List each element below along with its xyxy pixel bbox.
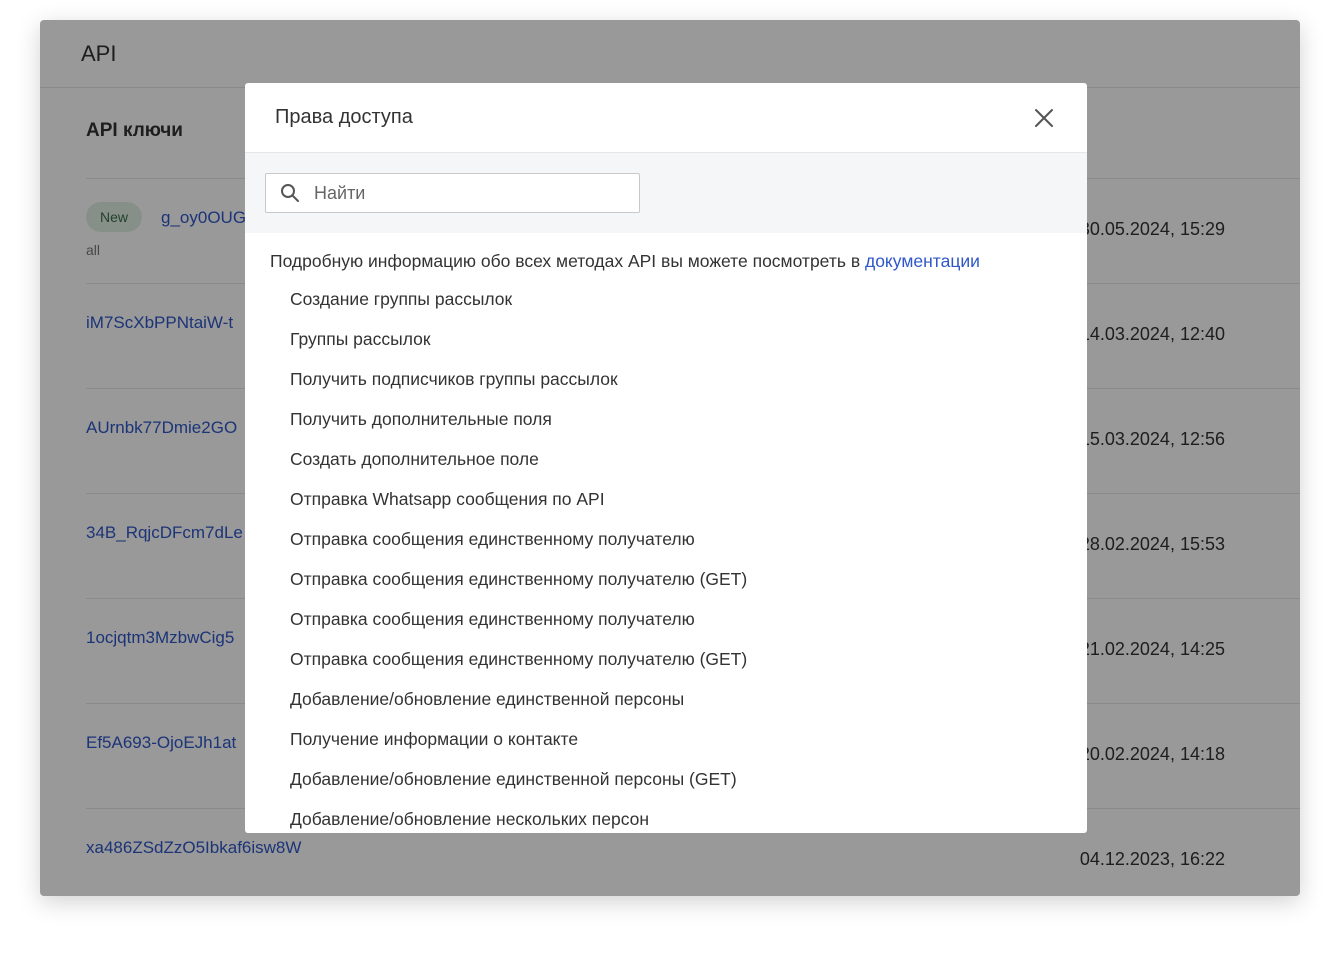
info-text: Подробную информацию обо всех методах AP… [245,233,1087,272]
close-button[interactable] [1031,105,1057,131]
list-item[interactable]: Добавление/обновление нескольких персон [290,806,1087,833]
close-icon [1035,108,1053,127]
info-description: Подробную информацию обо всех методах AP… [270,251,865,271]
search-field[interactable] [265,173,640,213]
list-item[interactable]: Создание группы рассылок [290,286,1087,326]
list-item[interactable]: Получить дополнительные поля [290,406,1087,446]
documentation-link[interactable]: документации [865,251,980,271]
search-icon [281,184,299,202]
list-item[interactable]: Группы рассылок [290,326,1087,366]
permissions-modal: Права доступа Подробную информацию обо в… [245,83,1087,833]
list-item[interactable]: Отправка сообщения единственному получат… [290,526,1087,566]
list-item[interactable]: Отправка сообщения единственному получат… [290,646,1087,686]
search-input[interactable] [314,182,614,204]
permission-list: Создание группы рассылок Группы рассылок… [245,272,1087,833]
modal-title: Права доступа [275,106,413,128]
list-item[interactable]: Добавление/обновление единственной персо… [290,686,1087,726]
list-item[interactable]: Отправка сообщения единственному получат… [290,566,1087,606]
list-item[interactable]: Создать дополнительное поле [290,446,1087,486]
list-item[interactable]: Получить подписчиков группы рассылок [290,366,1087,406]
modal-header: Права доступа [245,83,1087,153]
list-item[interactable]: Добавление/обновление единственной персо… [290,766,1087,806]
list-item[interactable]: Отправка сообщения единственному получат… [290,606,1087,646]
list-item[interactable]: Отправка Whatsapp сообщения по API [290,486,1087,526]
search-bar [245,153,1087,233]
list-item[interactable]: Получение информации о контакте [290,726,1087,766]
